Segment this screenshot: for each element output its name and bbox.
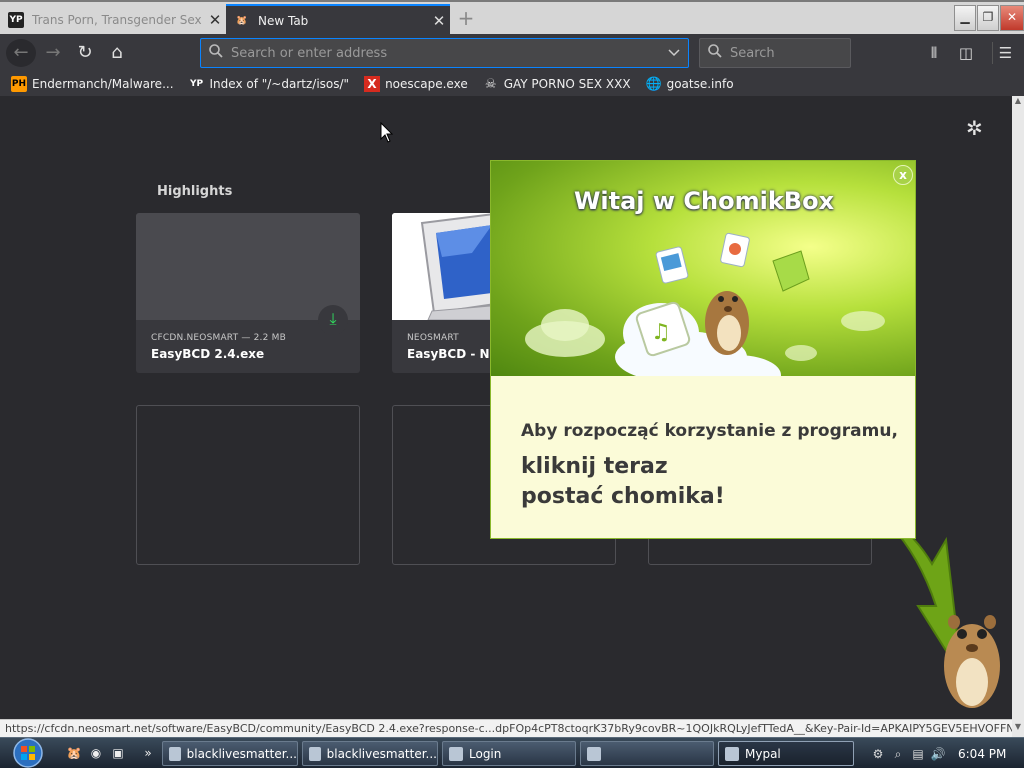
popup-instruction: Aby rozpocząć korzystanie z programu, bbox=[521, 421, 898, 441]
card-title: EasyBCD 2.4.exe bbox=[151, 347, 265, 361]
bookmark-label: noescape.exe bbox=[385, 77, 468, 91]
bookmarks-toolbar: PH Endermanch/Malware... YP Index of "/~… bbox=[0, 72, 1024, 96]
navigation-toolbar: ← → ↻ ⌂ ⫴ ◫ ☰ bbox=[0, 34, 1024, 72]
popup-close-button[interactable]: x bbox=[893, 165, 913, 185]
menu-icon[interactable]: ☰ bbox=[992, 42, 1018, 64]
hamster-icon bbox=[449, 746, 463, 761]
mypal-icon bbox=[725, 746, 739, 761]
taskbar-button-label: Login bbox=[469, 746, 502, 761]
bookmark-label: Endermanch/Malware... bbox=[32, 77, 174, 91]
new-tab-button[interactable]: + bbox=[452, 6, 480, 32]
tray-monitor-icon[interactable]: ▤ bbox=[910, 746, 926, 762]
taskbar-button[interactable] bbox=[580, 741, 714, 766]
card-thumbnail bbox=[136, 213, 360, 320]
system-tray: ⚙ ⌕ ▤ 🔊 6:04 PM bbox=[870, 740, 1024, 767]
bookmark-index-of-dartz[interactable]: YP Index of "/~dartz/isos/" bbox=[189, 76, 350, 92]
window-icon bbox=[309, 746, 321, 761]
minimize-button[interactable]: ▁ bbox=[954, 5, 976, 31]
taskbar-button-login[interactable]: Login bbox=[442, 741, 576, 766]
gear-icon[interactable]: ✲ bbox=[966, 116, 983, 140]
clock[interactable]: 6:04 PM bbox=[958, 747, 1006, 761]
chomikbox-welcome-popup[interactable]: ♫ Witaj w ChomikBox x Aby rozpocząć korz… bbox=[490, 160, 916, 539]
hamster-favicon-icon: 🐹 bbox=[236, 16, 248, 26]
taskbar-button-mypal[interactable]: Mypal bbox=[718, 741, 854, 766]
search-icon bbox=[201, 44, 231, 62]
back-button[interactable]: ← bbox=[6, 39, 36, 67]
tab-trans-porn[interactable]: YP Trans Porn, Transgender Sex & ✕ bbox=[0, 4, 226, 36]
show-desktop-icon[interactable]: ▣ bbox=[110, 745, 126, 761]
sidebar-icon[interactable]: ◫ bbox=[953, 42, 979, 64]
scroll-down-arrow-icon[interactable]: ▼ bbox=[1012, 722, 1024, 736]
bookmark-endermanch[interactable]: PH Endermanch/Malware... bbox=[11, 76, 174, 92]
tab-label: New Tab bbox=[258, 14, 309, 28]
svg-text:♫: ♫ bbox=[651, 320, 671, 345]
close-tab-icon[interactable]: ✕ bbox=[204, 11, 226, 29]
tab-new-tab[interactable]: 🐹 New Tab ✕ bbox=[226, 4, 450, 36]
tray-network-icon[interactable]: ⚙ bbox=[870, 746, 886, 762]
empty-highlight-slot bbox=[136, 405, 360, 565]
bookmark-label: GAY PORNO SEX XXX bbox=[503, 77, 631, 91]
bookmark-label: goatse.info bbox=[666, 77, 734, 91]
windows-taskbar: 🐹 ◉ ▣ » blacklivesmatter... blacklivesma… bbox=[0, 737, 1024, 768]
close-tab-icon[interactable]: ✕ bbox=[428, 12, 450, 30]
yp-favicon-icon: YP bbox=[8, 12, 24, 28]
page-scrollbar[interactable]: ▲ ▼ bbox=[1012, 96, 1024, 737]
tab-strip: YP Trans Porn, Transgender Sex & ✕ 🐹 New… bbox=[0, 0, 1024, 36]
hamster-quicklaunch-icon[interactable]: 🐹 bbox=[66, 745, 82, 761]
popup-cta-line2: postać chomika! bbox=[521, 484, 725, 509]
address-input[interactable] bbox=[231, 45, 660, 61]
forward-button[interactable]: → bbox=[38, 39, 68, 67]
taskbar-button[interactable]: blacklivesmatter... bbox=[162, 741, 298, 766]
scroll-up-arrow-icon[interactable]: ▲ bbox=[1012, 96, 1024, 108]
search-icon bbox=[700, 44, 730, 62]
tab-label: Trans Porn, Transgender Sex & bbox=[32, 13, 204, 27]
x-icon: X bbox=[364, 76, 381, 92]
chevron-down-icon[interactable] bbox=[660, 46, 688, 61]
yp-icon: YP bbox=[189, 79, 204, 89]
close-window-button[interactable]: ✕ bbox=[1000, 5, 1024, 31]
highlights-heading: Highlights bbox=[157, 184, 233, 199]
card-host: NEOSMART bbox=[407, 333, 459, 343]
volume-icon[interactable]: 🔊 bbox=[930, 746, 946, 762]
taskbar-button[interactable]: blacklivesmatter... bbox=[302, 741, 438, 766]
popup-banner: ♫ Witaj w ChomikBox x bbox=[491, 161, 915, 376]
hamster-icon bbox=[587, 746, 601, 761]
bookmark-noescape[interactable]: X noescape.exe bbox=[364, 76, 468, 92]
highlight-card[interactable]: ⤓ CFCDN.NEOSMART — 2.2 MB EasyBCD 2.4.ex… bbox=[136, 213, 360, 373]
search-input[interactable] bbox=[730, 45, 850, 61]
bookmark-gay-porno[interactable]: ☠ GAY PORNO SEX XXX bbox=[483, 76, 631, 92]
reload-button[interactable]: ↻ bbox=[70, 39, 100, 67]
link-status-bar: https://cfcdn.neosmart.net/software/Easy… bbox=[0, 719, 1012, 737]
bookmark-goatse[interactable]: 🌐 goatse.info bbox=[645, 76, 734, 92]
download-icon: ⤓ bbox=[318, 305, 348, 335]
quicklaunch-overflow[interactable]: » bbox=[140, 745, 156, 761]
taskbar-button-label: Mypal bbox=[745, 746, 781, 761]
home-button[interactable]: ⌂ bbox=[102, 39, 132, 67]
search-bar[interactable] bbox=[699, 38, 851, 68]
taskbar-button-label: blacklivesmatter... bbox=[326, 746, 437, 761]
bookmark-label: Index of "/~dartz/isos/" bbox=[209, 77, 350, 91]
window-icon bbox=[169, 746, 181, 761]
globe-icon: 🌐 bbox=[645, 76, 662, 92]
mouse-cursor-icon bbox=[380, 122, 394, 143]
popup-title: Witaj w ChomikBox bbox=[573, 187, 835, 215]
firefox-quicklaunch-icon[interactable]: ◉ bbox=[88, 745, 104, 761]
ph-icon: PH bbox=[11, 76, 27, 92]
popup-cta-line1: kliknij teraz bbox=[521, 454, 668, 479]
card-host: CFCDN.NEOSMART — 2.2 MB bbox=[151, 333, 286, 343]
tray-search-icon[interactable]: ⌕ bbox=[890, 746, 906, 762]
restore-button[interactable]: ❐ bbox=[977, 5, 999, 31]
skull-icon: ☠ bbox=[484, 76, 497, 92]
taskbar-button-label: blacklivesmatter... bbox=[186, 746, 297, 761]
url-bar[interactable] bbox=[200, 38, 689, 68]
windows-start-icon[interactable] bbox=[10, 738, 46, 768]
library-icon[interactable]: ⫴ bbox=[921, 42, 947, 64]
